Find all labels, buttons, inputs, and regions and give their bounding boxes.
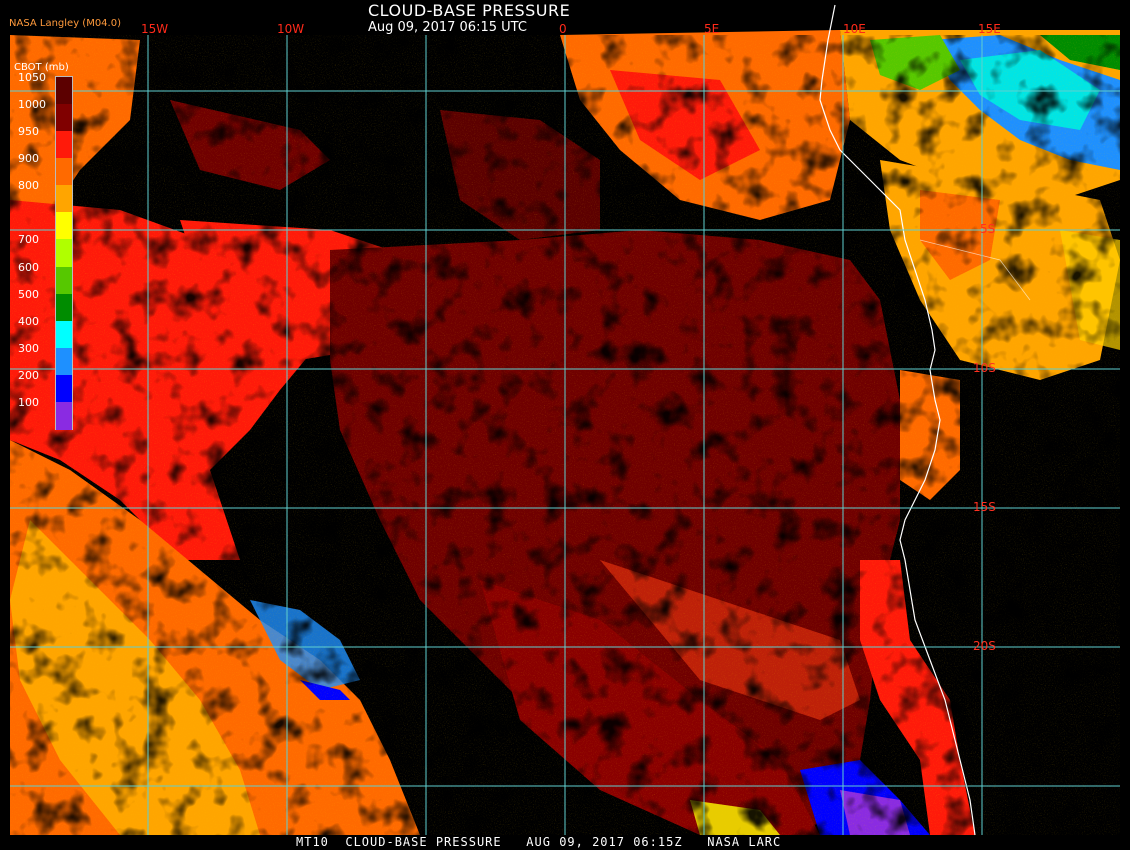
colorbar-swatch bbox=[56, 401, 72, 430]
credit-label: NASA Langley (M04.0) bbox=[9, 18, 121, 29]
colorbar-tick-label: 1000 bbox=[18, 98, 46, 112]
colorbar-swatch bbox=[56, 131, 72, 160]
colorbar-swatch bbox=[56, 185, 72, 214]
colorbar-tick-label: 700 bbox=[18, 233, 39, 247]
colorbar-tick-label: 200 bbox=[18, 368, 39, 382]
cloud-base-pressure-map bbox=[0, 0, 1130, 850]
lat-label-15s: 15S bbox=[973, 500, 996, 514]
colorbar-swatch bbox=[56, 374, 72, 403]
footer-caption: MT10 CLOUD-BASE PRESSURE AUG 09, 2017 06… bbox=[296, 835, 782, 849]
lat-label-20s: 20S bbox=[973, 639, 996, 653]
colorbar-swatch bbox=[56, 77, 72, 105]
colorbar-tick-label: 900 bbox=[18, 152, 39, 166]
colorbar-swatch bbox=[56, 158, 72, 187]
lon-label-10e: 10E bbox=[843, 22, 866, 36]
lon-label-5e: 5E bbox=[704, 22, 720, 36]
lon-label-0: 0 bbox=[559, 22, 567, 36]
map-datetime: Aug 09, 2017 06:15 UTC bbox=[368, 20, 527, 35]
colorbar-swatch bbox=[56, 320, 72, 349]
lat-label-5s: 5S bbox=[980, 222, 996, 236]
map-title: CLOUD-BASE PRESSURE bbox=[368, 1, 571, 20]
lon-label-15e: 15E bbox=[978, 22, 1001, 36]
lon-label-15w: 15W bbox=[141, 22, 169, 36]
colorbar-tick-label: 950 bbox=[18, 125, 39, 139]
lon-label-10w: 10W bbox=[277, 22, 305, 36]
lat-label-10s: 10S bbox=[973, 361, 996, 375]
colorbar-swatch bbox=[56, 239, 72, 268]
colorbar-tick-label: 100 bbox=[18, 395, 39, 409]
colorbar-tick-label: 600 bbox=[18, 260, 39, 274]
colorbar-swatch bbox=[56, 266, 72, 295]
colorbar-tick-label: 500 bbox=[18, 287, 39, 301]
satellite-map-view: CLOUD-BASE PRESSURE Aug 09, 2017 06:15 U… bbox=[0, 0, 1130, 850]
colorbar-tick-label: 400 bbox=[18, 314, 39, 328]
colorbar-tick-label: 300 bbox=[18, 341, 39, 355]
colorbar-tick-label: 1050 bbox=[18, 71, 46, 84]
colorbar-swatch bbox=[56, 212, 72, 241]
colorbar-swatch bbox=[56, 293, 72, 322]
colorbar-swatch bbox=[56, 347, 72, 376]
colorbar-tick-label: 800 bbox=[18, 179, 39, 193]
colorbar bbox=[55, 76, 73, 430]
colorbar-swatch bbox=[56, 104, 72, 133]
